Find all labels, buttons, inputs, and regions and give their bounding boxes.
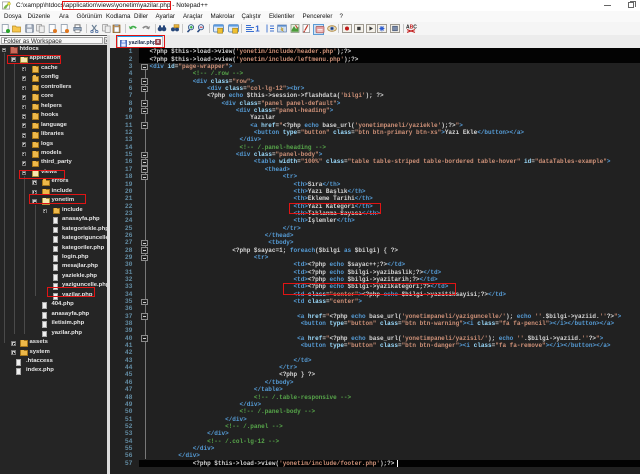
svg-text:1: 1 (255, 25, 260, 34)
